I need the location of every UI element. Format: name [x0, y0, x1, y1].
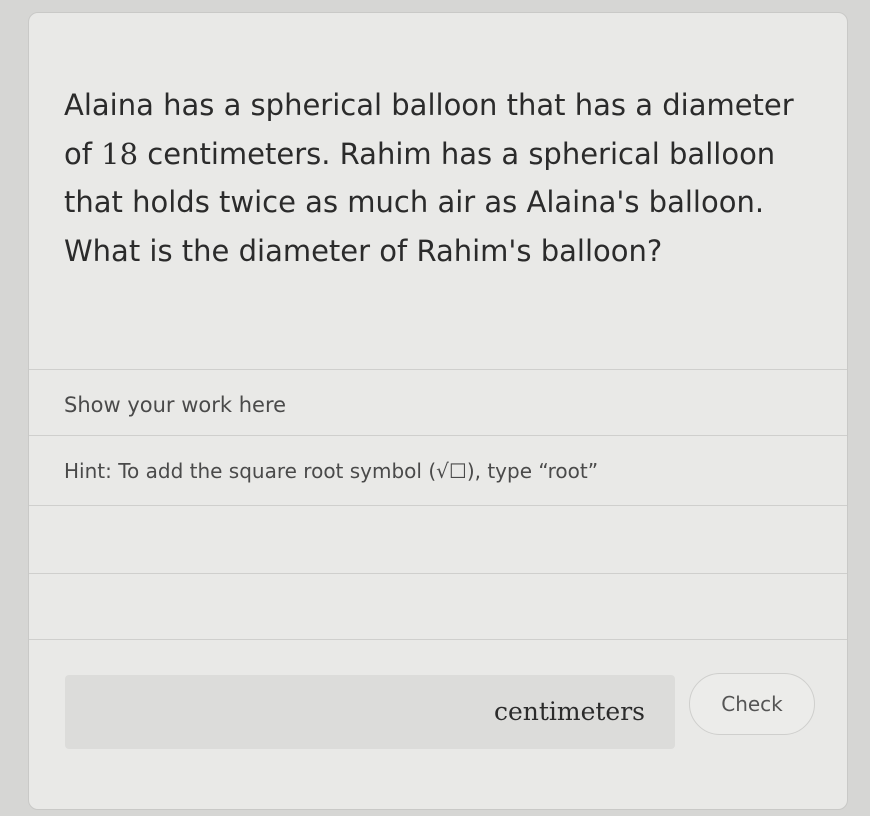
answer-input[interactable]: centimeters	[65, 675, 675, 749]
work-area-line	[29, 639, 847, 640]
work-area-line	[29, 435, 847, 436]
question-number: 18	[101, 136, 139, 171]
work-area-label: Show your work here	[64, 393, 287, 417]
unit-label: centimeters	[493, 697, 645, 726]
work-area-divider	[29, 369, 847, 370]
question-text: Alaina has a spherical balloon that has …	[64, 81, 794, 275]
work-area-line	[29, 573, 847, 574]
check-button[interactable]: Check	[689, 673, 815, 735]
question-text-part2: centimeters. Rahim has a spherical ballo…	[64, 136, 776, 268]
question-card: Alaina has a spherical balloon that has …	[28, 12, 848, 810]
work-area-line	[29, 505, 847, 506]
square-root-hint: Hint: To add the square root symbol (√☐)…	[64, 459, 599, 483]
